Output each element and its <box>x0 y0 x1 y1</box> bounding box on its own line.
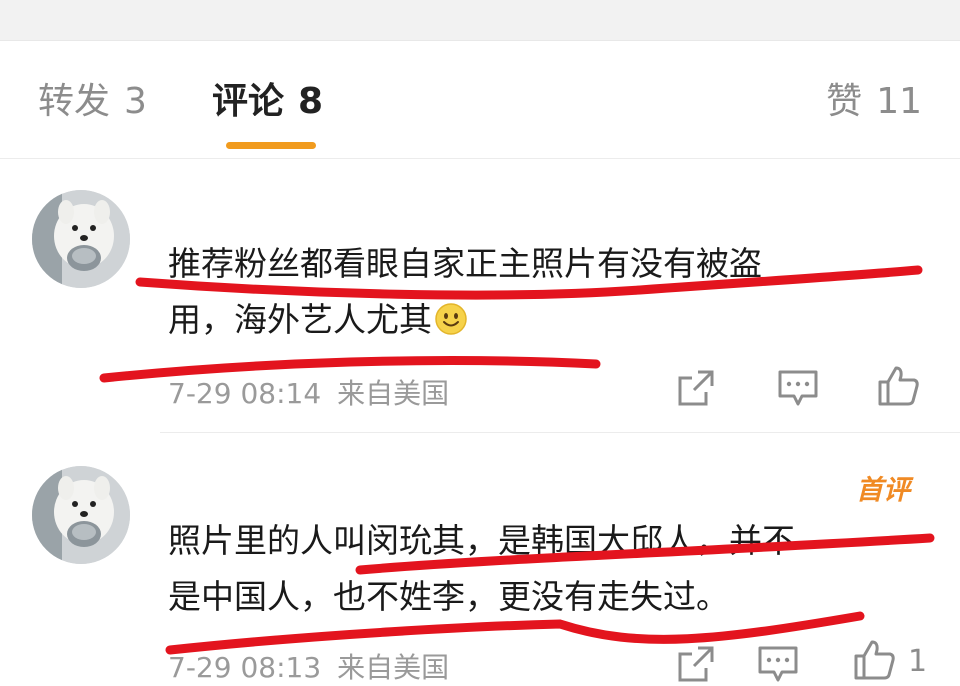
comment-icon <box>758 646 798 682</box>
smile-emoji-icon <box>434 302 468 336</box>
tab-comment[interactable]: 评论 8 <box>212 80 323 124</box>
comment-source: 来自美国 <box>337 651 450 684</box>
share-icon <box>678 370 714 406</box>
like-icon <box>854 640 895 680</box>
comment-text-line2: 用，海外艺人尤其 <box>168 297 468 343</box>
username-masked[interactable] <box>170 478 400 506</box>
like-button[interactable] <box>852 638 896 682</box>
top-bar <box>0 0 960 41</box>
share-button[interactable] <box>674 642 718 686</box>
tab-comment-label: 评论 <box>212 81 285 122</box>
comment-divider <box>160 432 960 433</box>
like-button[interactable] <box>876 364 920 408</box>
comment-text: 用，海外艺人尤其 <box>168 300 432 339</box>
tab-repost-label: 转发 <box>38 81 111 122</box>
comment-source: 来自美国 <box>337 377 450 410</box>
like-icon <box>878 366 919 406</box>
comment-button[interactable] <box>756 642 800 686</box>
comment-button[interactable] <box>776 366 820 410</box>
comment-icon <box>778 370 818 406</box>
username-masked[interactable] <box>170 206 400 234</box>
avatar[interactable] <box>32 466 130 564</box>
comment-time: 7-29 08:14 <box>168 377 322 410</box>
share-icon <box>678 646 714 682</box>
tab-like-label: 赞 <box>826 81 863 122</box>
like-count: 1 <box>908 644 928 679</box>
tab-like[interactable]: 赞 11 <box>826 80 922 124</box>
avatar[interactable] <box>32 190 130 288</box>
share-button[interactable] <box>674 366 718 410</box>
tab-like-count: 11 <box>876 81 922 122</box>
comment-meta: 7-29 08:13 来自美国 <box>168 646 449 686</box>
active-tab-indicator <box>226 142 316 149</box>
comment-meta: 7-29 08:14 来自美国 <box>168 372 449 412</box>
tab-repost-count: 3 <box>124 81 147 122</box>
tab-repost[interactable]: 转发 3 <box>38 80 147 124</box>
comment-text-line1: 照片里的人叫闵玧其，是韩国大邱人，并不 <box>168 521 795 560</box>
comment-text-line1: 推荐粉丝都看眼自家正主照片有没有被盗 <box>168 244 762 283</box>
comment-time: 7-29 08:13 <box>168 651 322 684</box>
tab-comment-count: 8 <box>298 81 324 122</box>
comment-text-line2: 是中国人，也不姓李，更没有走失过。 <box>168 577 729 616</box>
first-comment-badge: 首评 <box>856 475 910 506</box>
